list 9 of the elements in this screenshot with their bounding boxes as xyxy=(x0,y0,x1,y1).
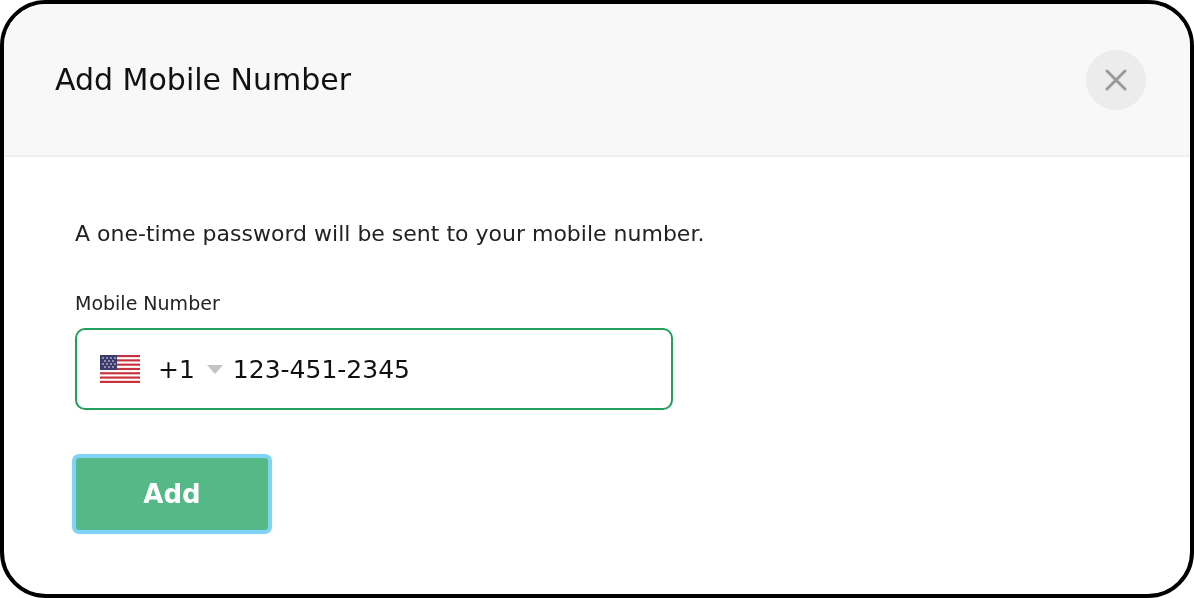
phone-number: 123-451-2345 xyxy=(232,354,410,384)
info-message: A one-time password will be sent to your mobile number. xyxy=(75,221,705,246)
dialog-title: Add Mobile Number xyxy=(55,62,352,97)
field-label: Mobile Number xyxy=(75,292,220,314)
caret-icon[interactable] xyxy=(206,364,223,374)
flag-icon xyxy=(100,355,140,383)
phone-field[interactable]: +1 123-451-2345 xyxy=(75,328,673,410)
close-icon xyxy=(1104,67,1128,92)
country-code[interactable]: +1 xyxy=(158,354,195,384)
